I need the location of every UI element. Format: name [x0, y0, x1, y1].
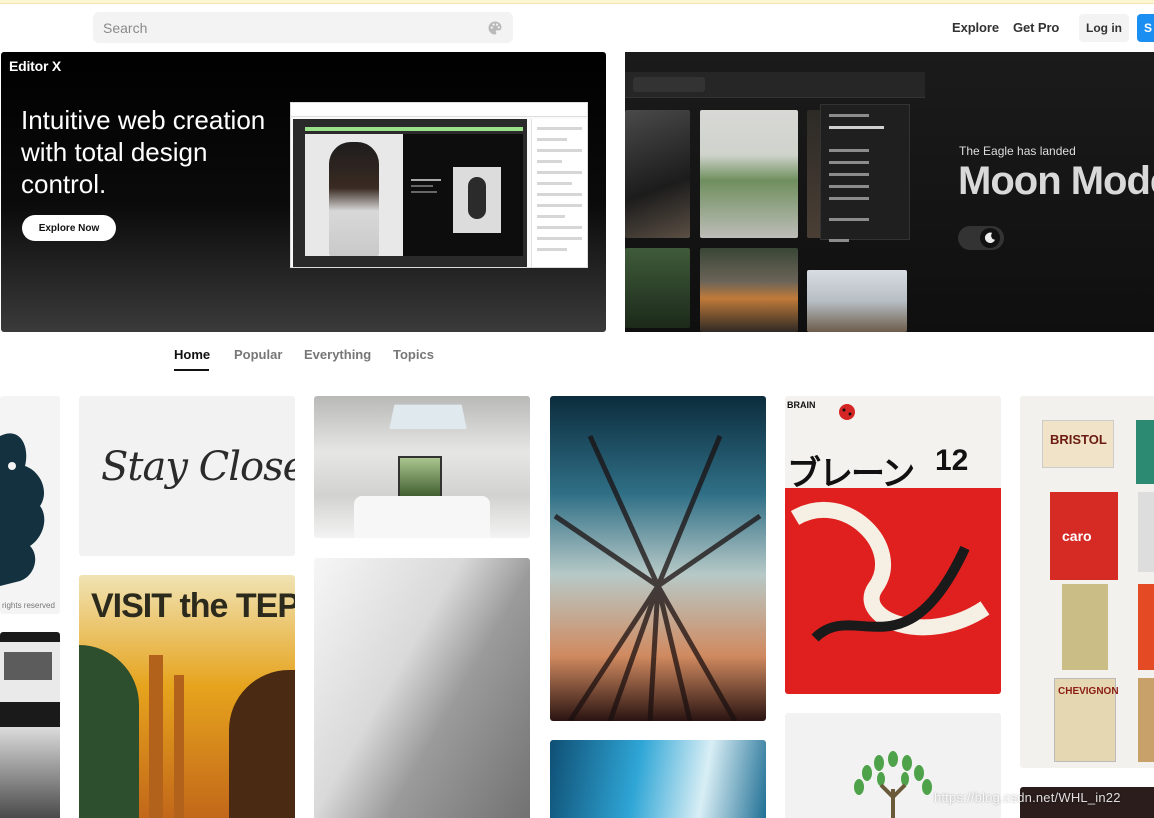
shot-brain-magazine[interactable]: BRAIN ブレーン 12: [785, 396, 1001, 694]
dribbble-home: Search Explore Get Pro Log in S Editor X…: [0, 0, 1154, 818]
search-bar[interactable]: Search: [93, 12, 513, 43]
signup-button[interactable]: S: [1137, 14, 1154, 42]
moon-tagline: The Eagle has landed: [959, 144, 1076, 158]
forest-trees-image: [553, 434, 762, 721]
tab-topics[interactable]: Topics: [393, 347, 434, 362]
editor-mockup-image: [290, 102, 588, 268]
login-button[interactable]: Log in: [1079, 14, 1129, 42]
caro-label: caro: [1062, 528, 1092, 544]
tile-forest-cabin: [625, 248, 690, 328]
tab-home[interactable]: Home: [174, 347, 210, 362]
mockup-dark-header: [625, 72, 925, 98]
explore-now-button[interactable]: Explore Now: [22, 215, 116, 241]
stay-close-lettering: Stay Close: [101, 444, 295, 490]
brain-header: BRAIN: [787, 400, 816, 410]
visit-tepui-title: VISIT the TEPUI: [91, 587, 295, 625]
notification-strip: [0, 0, 1154, 4]
moon-icon: [980, 228, 1000, 248]
rights-text: rights reserved: [2, 601, 55, 610]
moon-mode-banner[interactable]: The Eagle has landed Moon Mode: [625, 52, 1154, 332]
brain-artwork: [790, 502, 990, 642]
mockup-properties-panel: [531, 119, 587, 267]
mockup-dropdown-menu: [820, 104, 910, 242]
tile-interior-dark: [625, 110, 690, 238]
shot-concrete-wall[interactable]: [314, 558, 530, 818]
ladybug-icon: [839, 404, 855, 420]
chevignon-label: CHEVIGNON: [1058, 686, 1119, 697]
nav-explore-link[interactable]: Explore: [952, 20, 999, 35]
palette-icon[interactable]: [487, 20, 503, 36]
active-tab-indicator: [174, 369, 209, 371]
mockup-model-photo: [305, 134, 403, 256]
ad-headline: Intuitive web creation with total design…: [21, 105, 266, 199]
shot-cigarette-packs[interactable]: BRISTOL caro CHEVIGNON: [1020, 396, 1154, 768]
shot-portfolio-site[interactable]: [0, 632, 60, 818]
tab-popular[interactable]: Popular: [234, 347, 282, 362]
nav-get-pro-link[interactable]: Get Pro: [1013, 20, 1059, 35]
mockup-text-lines: [411, 179, 441, 197]
search-input[interactable]: Search: [103, 20, 479, 36]
ad-brand: Editor X: [9, 58, 62, 74]
mockup-toolbar: [291, 103, 587, 117]
editor-x-ad-banner[interactable]: Editor X Intuitive web creation with tot…: [1, 52, 606, 332]
tile-concrete-courtyard: [700, 110, 798, 238]
shot-blue-abstract[interactable]: [550, 740, 766, 818]
shot-forest-canopy[interactable]: [550, 396, 766, 721]
tile-wood-house: [807, 270, 907, 332]
mockup-green-bar: [305, 127, 523, 131]
tile-gable-houses: [700, 248, 798, 332]
mockup-headphones: [453, 167, 501, 233]
lion-crest-image: [0, 433, 45, 586]
watermark-text: https://blog.csdn.net/WHL_in22: [934, 790, 1121, 805]
tree-logo-image: [854, 751, 932, 818]
shot-skylight-bedroom[interactable]: [314, 396, 530, 538]
tab-everything[interactable]: Everything: [304, 347, 371, 362]
brain-issue-number: 12: [935, 444, 969, 477]
shot-visit-tepui[interactable]: VISIT the TEPUI: [79, 575, 295, 818]
mockup-canvas: [293, 119, 527, 267]
shot-lion-crest[interactable]: rights reserved: [0, 396, 60, 614]
bristol-label: BRISTOL: [1050, 432, 1107, 447]
shot-stay-close[interactable]: Stay Close: [79, 396, 295, 556]
moon-title: Moon Mode: [958, 159, 1154, 203]
moon-mode-toggle[interactable]: [958, 226, 1004, 250]
